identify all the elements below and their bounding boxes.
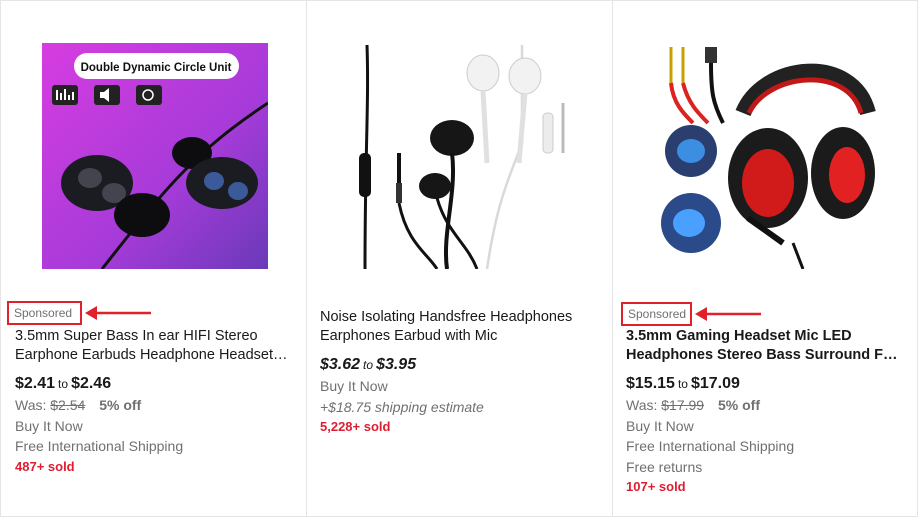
price-high: $2.46 bbox=[71, 375, 112, 392]
price-to: to bbox=[363, 358, 374, 372]
discount-label: 5% off bbox=[99, 397, 142, 413]
price-range: $15.15 to $17.09 bbox=[626, 373, 905, 395]
listing-title[interactable]: 3.5mm Gaming Headset Mic LED Headphones … bbox=[626, 327, 905, 365]
was-price-row: Was: $17.99 5% off bbox=[626, 395, 905, 416]
was-label: Was: bbox=[626, 397, 658, 413]
product-image-wired-earphones[interactable] bbox=[347, 43, 573, 269]
price-range: $2.41 to $2.46 bbox=[15, 373, 294, 395]
annotation-arrow-icon bbox=[695, 307, 761, 321]
sold-count: 5,228+ sold bbox=[320, 419, 391, 434]
listing-title[interactable]: Noise Isolating Handsfree Headphones Ear… bbox=[320, 308, 600, 346]
image-caption: Double Dynamic Circle Unit bbox=[81, 62, 232, 74]
was-price-row: Was: $2.54 5% off bbox=[15, 395, 294, 416]
shipping-info: Free International Shipping bbox=[15, 438, 184, 454]
price-to: to bbox=[677, 377, 688, 391]
price-high: $17.09 bbox=[690, 375, 740, 392]
search-results-grid: Double Dynamic Circle Unit Sponsored 3.5… bbox=[0, 0, 918, 520]
price-low: $2.41 bbox=[15, 375, 56, 392]
listing-card[interactable]: Sponsored 3.5mm Gaming Headset Mic LED H… bbox=[612, 0, 918, 517]
price-range: $3.62 to $3.95 bbox=[320, 354, 600, 376]
sold-count: 107+ sold bbox=[626, 479, 686, 494]
was-price: $17.99 bbox=[661, 397, 705, 413]
sponsored-label: Sponsored bbox=[7, 301, 82, 325]
price-high: $3.95 bbox=[376, 356, 417, 373]
shipping-info: Free International Shipping bbox=[626, 438, 795, 454]
listing-card[interactable]: Double Dynamic Circle Unit Sponsored 3.5… bbox=[0, 0, 306, 517]
product-image-earbuds[interactable]: Double Dynamic Circle Unit bbox=[42, 43, 268, 269]
sold-count: 487+ sold bbox=[15, 458, 75, 474]
listing-title[interactable]: 3.5mm Super Bass In ear HIFI Stereo Earp… bbox=[15, 327, 294, 365]
was-label: Was: bbox=[15, 397, 47, 413]
buy-format: Buy It Now bbox=[626, 417, 694, 434]
annotation-arrow-icon bbox=[85, 306, 151, 320]
price-low: $3.62 bbox=[320, 356, 361, 373]
price-to: to bbox=[58, 377, 69, 391]
returns-info: Free returns bbox=[626, 458, 703, 475]
discount-label: 5% off bbox=[717, 397, 760, 413]
buy-format: Buy It Now bbox=[15, 417, 83, 434]
product-image-gaming-headset[interactable] bbox=[653, 43, 879, 269]
price-low: $15.15 bbox=[626, 375, 675, 392]
listing-card[interactable]: Noise Isolating Handsfree Headphones Ear… bbox=[306, 0, 612, 517]
sponsored-label: Sponsored bbox=[621, 302, 692, 326]
buy-format: Buy It Now bbox=[320, 378, 388, 394]
was-price: $2.54 bbox=[50, 397, 86, 413]
shipping-estimate: +$18.75 shipping estimate bbox=[320, 398, 484, 415]
